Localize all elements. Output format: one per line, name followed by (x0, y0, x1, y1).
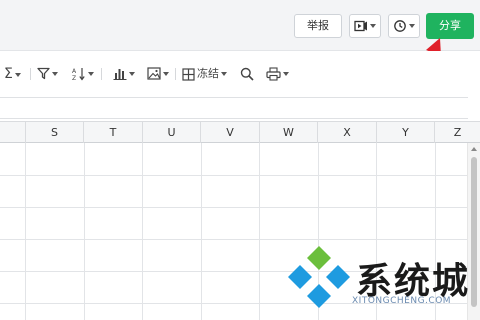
autosum-tool[interactable]: Σ (4, 65, 21, 83)
play-screen-icon (354, 20, 367, 32)
grid-line (142, 143, 143, 320)
toolbar: Σ A Z 冻结 (0, 51, 480, 95)
freeze-panes-icon (182, 67, 195, 81)
sigma-icon: Σ (4, 66, 13, 82)
column-header[interactable]: T (84, 122, 143, 143)
scroll-up-icon[interactable] (471, 147, 477, 151)
formula-bar[interactable] (0, 97, 468, 119)
report-button-label: 举报 (307, 19, 329, 32)
chevron-down-icon (221, 72, 227, 76)
grid-line (25, 143, 26, 320)
chevron-down-icon (14, 72, 21, 77)
chevron-down-icon (409, 24, 415, 28)
column-header[interactable]: Z (435, 122, 480, 143)
chevron-down-icon (52, 71, 58, 76)
history-button[interactable] (388, 14, 420, 38)
column-header[interactable]: U (143, 122, 201, 143)
find-tool[interactable] (240, 65, 254, 83)
toolbar-divider (101, 68, 102, 80)
column-header[interactable]: S (26, 122, 84, 143)
grid-line (259, 143, 260, 320)
chevron-down-icon (88, 71, 94, 76)
grid-line (201, 143, 202, 320)
sort-icon: A Z (72, 67, 85, 82)
filter-tool[interactable] (37, 65, 58, 83)
print-tool[interactable] (266, 65, 289, 83)
image-icon (147, 67, 161, 80)
toolbar-divider (175, 68, 176, 80)
share-button-label: 分享 (439, 19, 461, 32)
chevron-down-icon (283, 71, 289, 76)
grid-line (84, 143, 85, 320)
watermark-site: XITONGCHENG.COM (352, 296, 452, 306)
watermark-logo: 系统城 XITONGCHENG.COM (286, 244, 476, 314)
svg-text:Z: Z (72, 75, 76, 81)
search-icon (240, 67, 254, 81)
filter-icon (37, 67, 50, 80)
toolbar-divider (30, 68, 31, 80)
freeze-tool[interactable]: 冻结 (182, 65, 227, 83)
freeze-label: 冻结 (197, 67, 219, 80)
column-header[interactable]: Y (377, 122, 435, 143)
svg-text:A: A (72, 68, 77, 75)
clock-history-icon (394, 20, 406, 32)
grid-line (0, 175, 468, 176)
chevron-down-icon (163, 71, 169, 76)
column-header-row: S T U V W X Y Z (0, 121, 480, 143)
top-bar: 举报 分享 (0, 0, 480, 86)
diamond-logo-icon (288, 246, 350, 308)
present-button[interactable] (349, 14, 381, 38)
column-header-r[interactable] (0, 122, 26, 143)
grid-line (0, 207, 468, 208)
chevron-down-icon (370, 24, 376, 28)
print-icon (266, 66, 281, 81)
picture-tool[interactable] (147, 65, 169, 83)
chevron-down-icon (129, 71, 135, 76)
column-header[interactable]: X (318, 122, 377, 143)
column-header[interactable]: W (260, 122, 318, 143)
chart-tool[interactable] (113, 65, 135, 83)
grid-line (0, 239, 468, 240)
sort-tool[interactable]: A Z (72, 65, 94, 83)
bar-chart-icon (113, 69, 127, 80)
column-header[interactable]: V (201, 122, 260, 143)
report-button[interactable]: 举报 (294, 14, 342, 38)
